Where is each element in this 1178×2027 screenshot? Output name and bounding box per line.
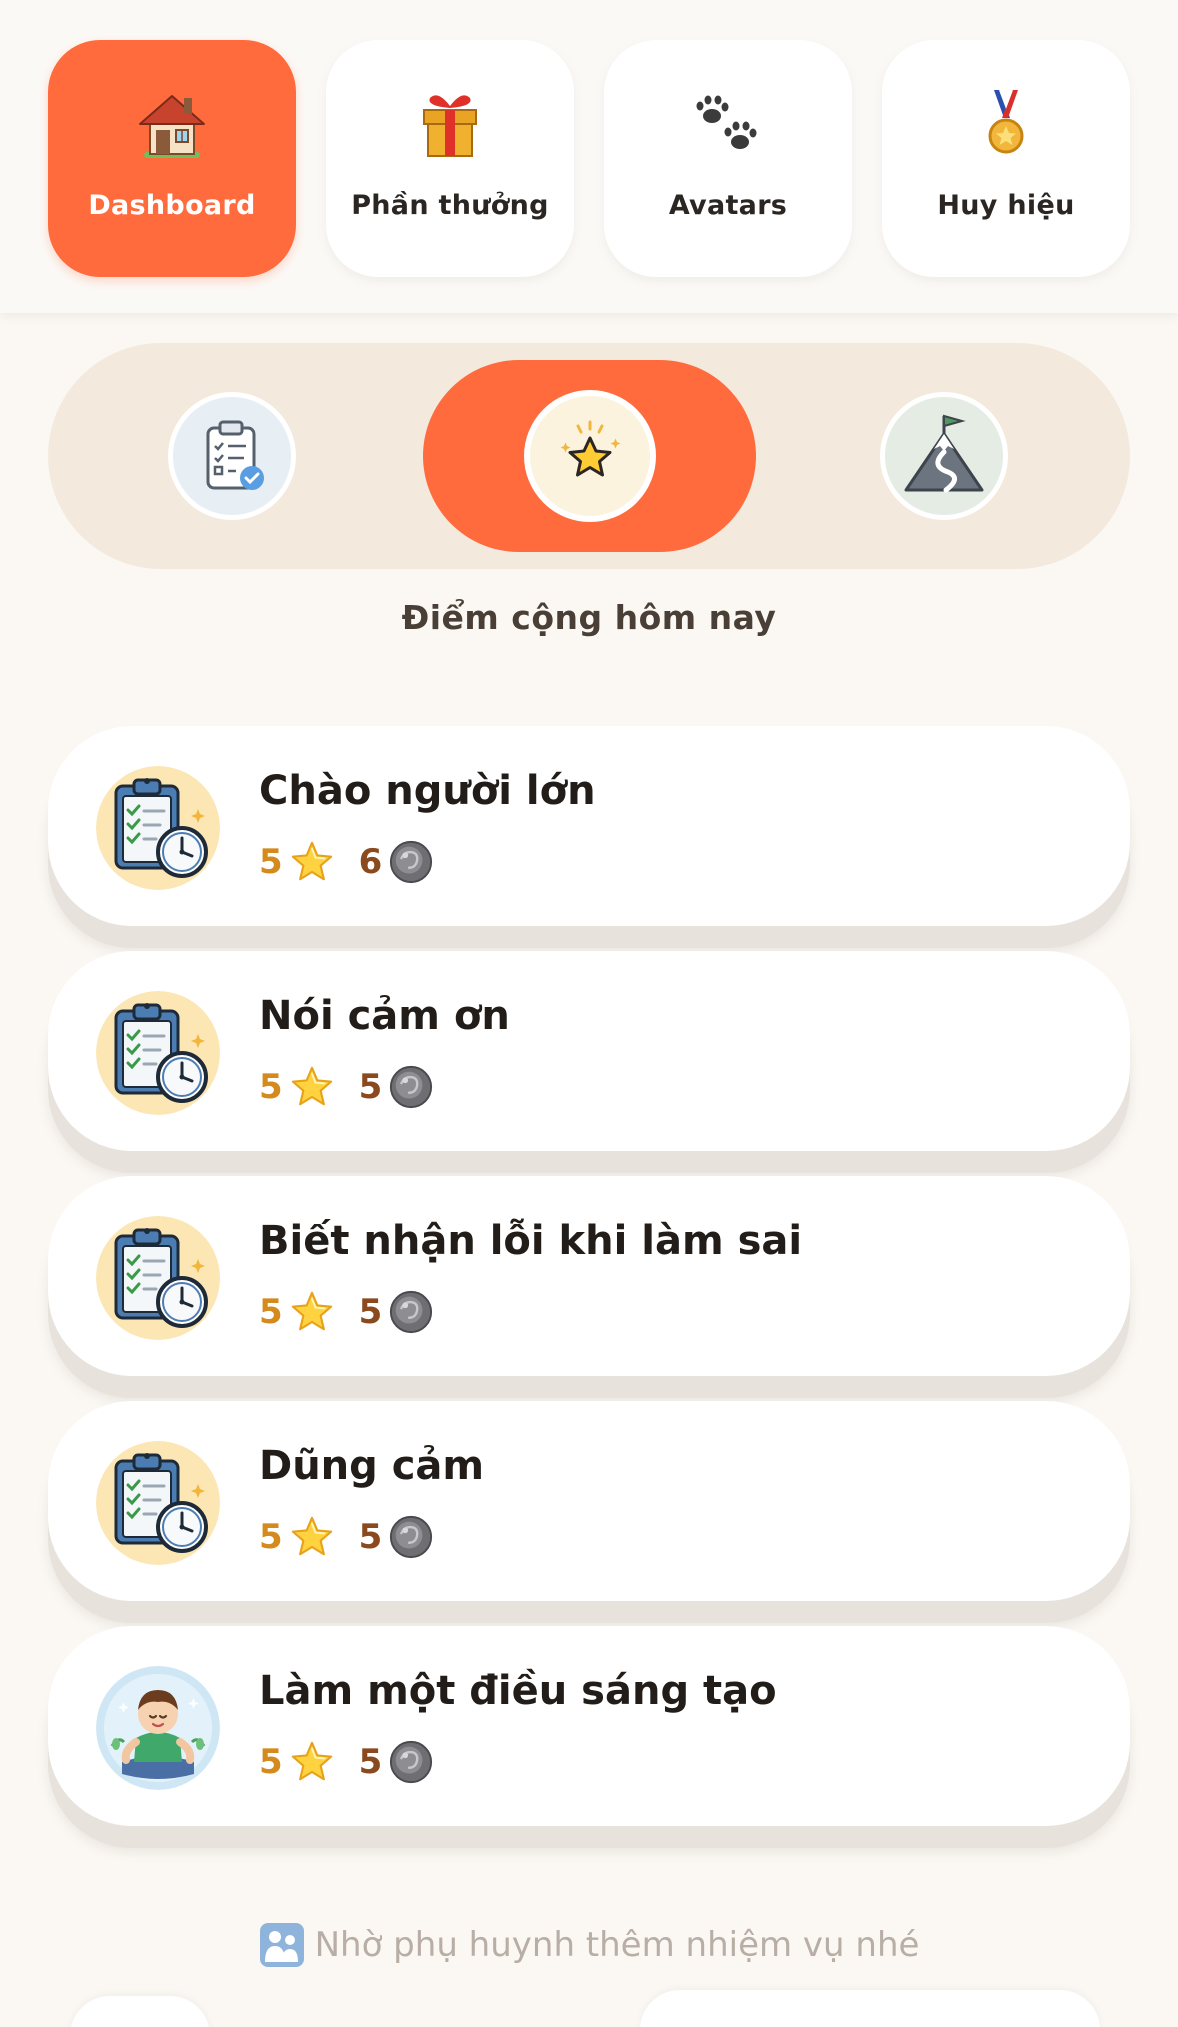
- coin-count: 5: [358, 1517, 383, 1557]
- task-rewards: 5 5: [259, 1288, 434, 1336]
- segment-active-circle: [523, 390, 656, 522]
- segment-bonus-points-button[interactable]: [423, 360, 756, 552]
- task-rewards: 5 5: [259, 1738, 434, 1786]
- nav-tab-badges[interactable]: Huy hiệu: [882, 40, 1130, 277]
- task-name: Biết nhận lỗi khi làm sai: [259, 1218, 803, 1264]
- star-count: 5: [259, 1742, 283, 1782]
- task-name: Làm một điều sáng tạo: [259, 1668, 777, 1714]
- paw-icon: [696, 95, 757, 149]
- coin-icon: [388, 1064, 434, 1110]
- clipboard-clock-icon: [96, 991, 220, 1115]
- task-rewards: 5 5: [259, 1063, 434, 1111]
- coin-icon: [388, 1289, 434, 1335]
- coin-count: 6: [358, 842, 383, 882]
- view-switcher: [48, 343, 1130, 569]
- star-count: 5: [259, 1517, 283, 1557]
- task-name: Chào người lớn: [259, 768, 596, 814]
- nav-tab-dashboard[interactable]: Dashboard: [48, 40, 296, 277]
- footer-hint: Nhờ phụ huynh thêm nhiệm vụ nhé: [0, 1917, 1178, 1973]
- star-icon: [289, 1739, 335, 1785]
- star-count: 5: [259, 1292, 283, 1332]
- section-title: Điểm cộng hôm nay: [401, 598, 777, 637]
- coin-count: 5: [358, 1292, 383, 1332]
- star-icon: [289, 1289, 335, 1335]
- task-card[interactable]: Làm một điều sáng tạo 5 5: [48, 1626, 1130, 1826]
- star-icon: [289, 839, 335, 885]
- nav-tab-label: Huy hiệu: [937, 190, 1075, 221]
- task-rewards: 5 6: [259, 838, 434, 886]
- clipboard-clock-icon: [96, 1216, 220, 1340]
- task-card[interactable]: Chào người lớn 5 6: [48, 726, 1130, 926]
- star-count: 5: [259, 1067, 283, 1107]
- star-count: 5: [259, 842, 283, 882]
- gift-icon: [423, 95, 477, 157]
- coin-icon: [388, 1514, 434, 1560]
- clipboard-clock-icon: [96, 766, 220, 890]
- star-icon: [560, 420, 620, 477]
- medal-icon: [988, 89, 1024, 154]
- segment-tasks-button[interactable]: [168, 392, 296, 520]
- task-card[interactable]: Biết nhận lỗi khi làm sai 5 5: [48, 1176, 1130, 1376]
- task-card[interactable]: Dũng cảm 5 5: [48, 1401, 1130, 1601]
- star-icon: [289, 1514, 335, 1560]
- bottom-bar-right: [640, 1990, 1100, 2027]
- task-name: Nói cảm ơn: [259, 993, 510, 1039]
- segment-goals-button[interactable]: [880, 392, 1008, 520]
- top-navigation: Dashboard Phần thưởng Avatars Huy hiệu: [0, 0, 1178, 313]
- coin-icon: [388, 839, 434, 885]
- mountain-flag-icon: [904, 414, 984, 493]
- meditating-kid-icon: [96, 1666, 220, 1790]
- task-card[interactable]: Nói cảm ơn 5 5: [48, 951, 1130, 1151]
- footer-hint-text: Nhờ phụ huynh thêm nhiệm vụ nhé: [314, 1925, 920, 1965]
- coin-count: 5: [358, 1742, 383, 1782]
- clipboard-check-icon: [206, 420, 264, 490]
- bottom-bar-left: [70, 1996, 210, 2027]
- nav-tab-rewards[interactable]: Phần thưởng: [326, 40, 574, 277]
- star-icon: [289, 1064, 335, 1110]
- clipboard-clock-icon: [96, 1441, 220, 1565]
- nav-tab-label: Phần thưởng: [351, 190, 549, 221]
- nav-tab-label: Avatars: [668, 190, 788, 221]
- family-icon: [259, 1923, 304, 1967]
- house-icon: [139, 95, 205, 158]
- task-name: Dũng cảm: [259, 1443, 485, 1489]
- nav-tab-avatars[interactable]: Avatars: [604, 40, 852, 277]
- coin-icon: [388, 1739, 434, 1785]
- nav-tab-label: Dashboard: [88, 190, 256, 221]
- task-rewards: 5 5: [259, 1513, 434, 1561]
- coin-count: 5: [358, 1067, 383, 1107]
